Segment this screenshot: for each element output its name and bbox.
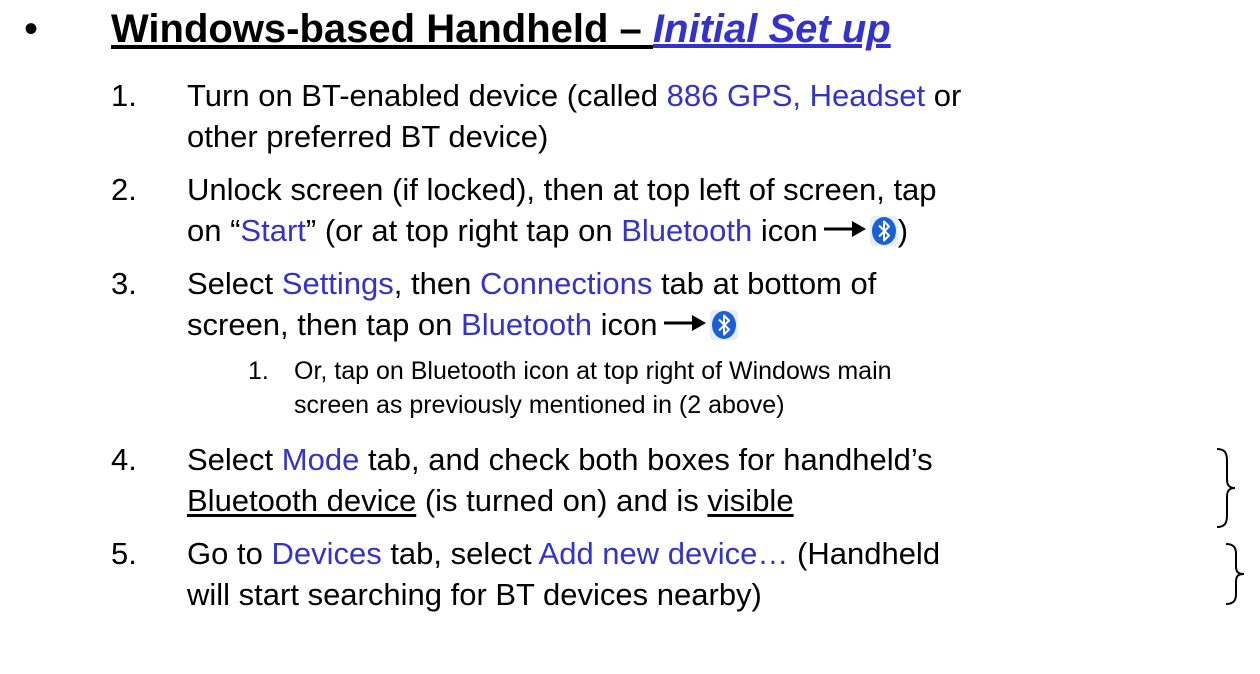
bluetooth-icon: [709, 310, 738, 340]
step-3-sub-line-1: Or, tap on Bluetooth icon at top right o…: [294, 357, 892, 385]
visible-underlined: visible: [707, 483, 794, 518]
step-5-line-1: Go to Devices tab, select Add new device…: [187, 536, 941, 571]
step-5-number: 5.: [111, 536, 137, 571]
title-bullet: •: [24, 7, 39, 51]
step-3-sub-number: 1.: [248, 357, 269, 385]
step-2-number: 2.: [111, 172, 137, 207]
title-link: Initial Set up: [652, 7, 891, 51]
step-1-line-2: other preferred BT device): [187, 119, 549, 154]
add-new-device-label: Add new device…: [538, 536, 789, 571]
settings-label: Settings: [281, 266, 394, 301]
step-1-number: 1.: [111, 78, 137, 113]
step-3-number: 3.: [111, 266, 137, 301]
bluetooth-label: Bluetooth: [461, 307, 593, 342]
step-3-line-1: Select Settings, then Connections tab at…: [187, 266, 877, 301]
connections-label: Connections: [479, 266, 653, 301]
step-3-line-2: screen, then tap on Bluetooth icon: [187, 305, 738, 345]
devices-label: Devices: [271, 536, 382, 571]
right-brace-icon: [1216, 448, 1236, 528]
bluetooth-label: Bluetooth: [621, 213, 753, 248]
start-label: Start: [240, 213, 306, 248]
right-brace-icon: [1225, 543, 1245, 605]
title-main: Windows-based Handheld –: [111, 7, 653, 51]
mode-label: Mode: [281, 442, 360, 477]
step-1-line-1: Turn on BT-enabled device (called 886 GP…: [187, 78, 962, 113]
bluetooth-device-underlined: Bluetooth device: [187, 483, 417, 518]
step-2-line-2: on “Start” (or at top right tap on Bluet…: [187, 213, 909, 248]
step-4-line-2: Bluetooth device (is turned on) and is v…: [187, 483, 794, 518]
slide-title: Windows-based Handheld – Initial Set up: [111, 0, 891, 58]
right-arrow-icon: [663, 315, 706, 331]
right-arrow-icon: [823, 221, 866, 237]
step-4-line-1: Select Mode tab, and check both boxes fo…: [187, 442, 933, 477]
step-2-line-1: Unlock screen (if locked), then at top l…: [187, 172, 937, 207]
device-names: 886 GPS, Headset: [666, 78, 926, 113]
step-3-sub-line-2: screen as previously mentioned in (2 abo…: [294, 391, 785, 419]
step-5-line-2: will start searching for BT devices near…: [187, 577, 762, 612]
step-4-number: 4.: [111, 442, 137, 477]
bluetooth-icon: [869, 216, 898, 246]
